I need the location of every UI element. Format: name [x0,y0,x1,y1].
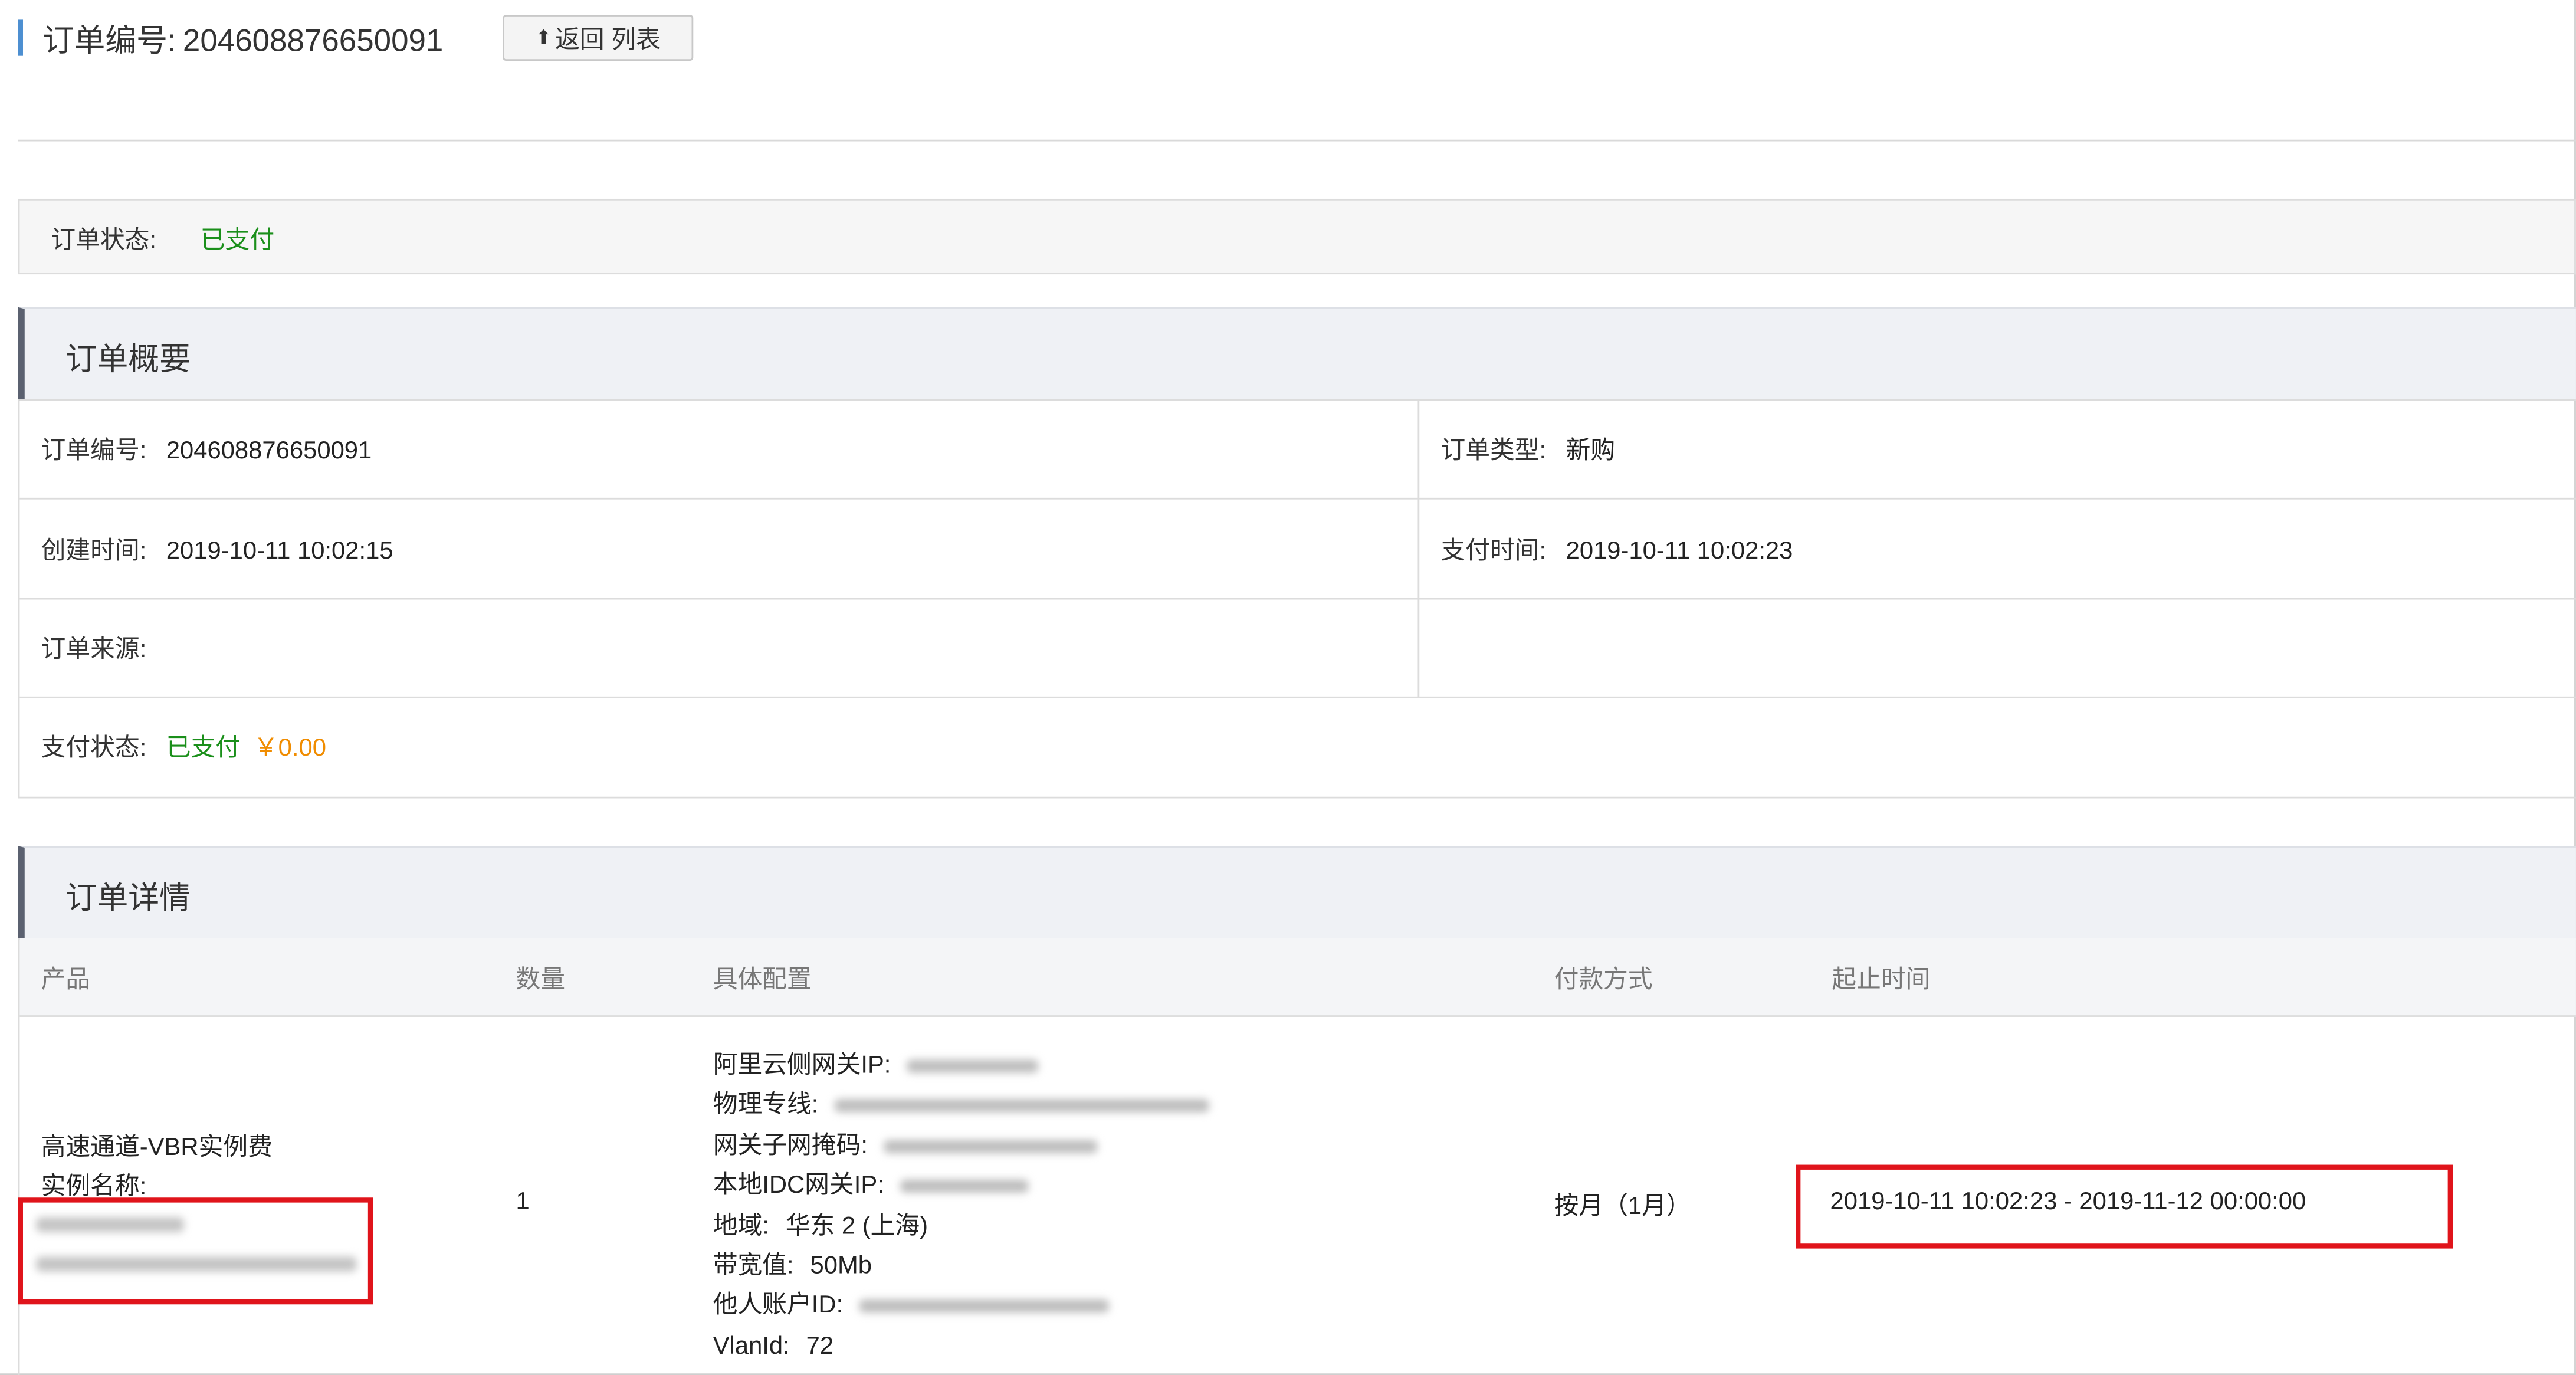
column-header-period: 起止时间 [1832,966,1931,994]
order-status-label: 订单状态: [51,227,157,255]
summary-row-divider [19,696,2576,698]
config-list: 阿里云侧网关IP: 物理专线: 网关子网掩码: 本地IDC网关IP: 地域: 华东… [713,1046,1210,1367]
page-title-label: 订单编号: [42,24,176,60]
redacted-account-id [859,1300,1110,1314]
paid-time-value: 2019-10-11 10:02:23 [1566,537,1793,566]
summary-order-source: 订单来源: [41,631,147,665]
summary-section-title: 订单概要 [65,343,191,378]
product-name: 高速通道-VBR实例费 [41,1133,273,1161]
config-physical-line: 物理专线: [713,1087,1210,1127]
details-table-border [18,938,20,1375]
details-section-header: 订单详情 [18,846,2576,940]
page-title: 订单编号: 204608876650091 [42,17,443,61]
summary-column-divider [1417,399,1420,698]
quantity-value: 1 [516,1187,530,1216]
summary-row-divider [19,598,2576,600]
config-region-value: 华东 2 (上海) [785,1212,928,1240]
pay-amount: ￥0.00 [253,734,326,763]
config-bandwidth-value: 50Mb [810,1252,872,1280]
config-vlan-label: VlanId: [713,1332,790,1360]
config-gateway-ip-label: 阿里云侧网关IP: [713,1051,891,1079]
paid-time-label: 支付时间: [1440,537,1547,566]
payment-method-value: 按月（1月） [1554,1192,1691,1221]
summary-order-no: 订单编号: 204608876650091 [41,432,372,466]
column-header-quantity: 数量 [516,966,566,994]
config-idc-gateway-label: 本地IDC网关IP: [713,1171,884,1200]
instance-highlight-box [18,1197,373,1305]
header-divider [18,139,2576,142]
upload-arrow-icon: ⬆ [535,26,552,50]
summary-order-type: 订单类型: 新购 [1440,432,1615,466]
redacted-idc-gateway [900,1180,1029,1193]
redacted-gateway-ip [907,1059,1039,1073]
title-accent-bar [18,19,23,56]
period-highlight-box [1796,1164,2453,1249]
redacted-subnet-mask [884,1140,1098,1153]
config-gateway-ip: 阿里云侧网关IP: [713,1046,1210,1087]
config-region-label: 地域: [713,1212,769,1240]
pay-status-label: 支付状态: [41,734,147,763]
order-no-value: 204608876650091 [166,437,372,465]
summary-row-divider [19,399,2576,401]
column-header-product: 产品 [41,966,91,994]
config-other-account-label: 他人账户ID: [713,1292,844,1320]
created-time-label: 创建时间: [41,537,147,566]
config-physical-line-label: 物理专线: [713,1091,819,1120]
pay-status-value: 已支付 [166,734,241,763]
order-no-label: 订单编号: [41,437,147,465]
details-table-header [19,938,2576,1017]
summary-row-divider [19,497,2576,500]
created-time-value: 2019-10-11 10:02:15 [166,537,393,566]
config-region: 地域: 华东 2 (上海) [713,1207,1210,1247]
back-to-list-button[interactable]: ⬆ 返回 列表 [503,15,694,61]
config-vlan: VlanId: 72 [713,1327,1210,1367]
redacted-physical-line [835,1100,1210,1113]
config-idc-gateway: 本地IDC网关IP: [713,1167,1210,1207]
config-bandwidth-label: 带宽值: [713,1252,794,1280]
page-title-order-number: 204608876650091 [182,24,444,60]
order-type-value: 新购 [1566,437,1616,465]
details-section-title: 订单详情 [65,882,191,917]
column-header-payment: 付款方式 [1554,966,1653,994]
order-status-bar: 订单状态: 已支付 [18,198,2576,275]
summary-pay-status: 支付状态: 已支付 ￥0.00 [41,730,326,764]
config-other-account: 他人账户ID: [713,1287,1210,1327]
config-subnet-mask: 网关子网掩码: [713,1127,1210,1167]
config-subnet-mask-label: 网关子网掩码: [713,1131,868,1160]
summary-created-time: 创建时间: 2019-10-11 10:02:15 [41,532,393,566]
column-header-config: 具体配置 [713,966,812,994]
summary-paid-time: 支付时间: 2019-10-11 10:02:23 [1440,532,1793,566]
order-status-value: 已支付 [200,227,275,255]
config-bandwidth: 带宽值: 50Mb [713,1247,1210,1287]
back-to-list-label: 返回 列表 [555,25,661,54]
summary-section-header: 订单概要 [18,307,2576,401]
order-type-label: 订单类型: [1440,437,1547,465]
order-source-label: 订单来源: [41,635,147,664]
config-vlan-value: 72 [806,1332,834,1360]
order-detail-page: 订单编号: 204608876650091 ⬆ 返回 列表 订单状态: 已支付 订… [0,0,2576,1375]
